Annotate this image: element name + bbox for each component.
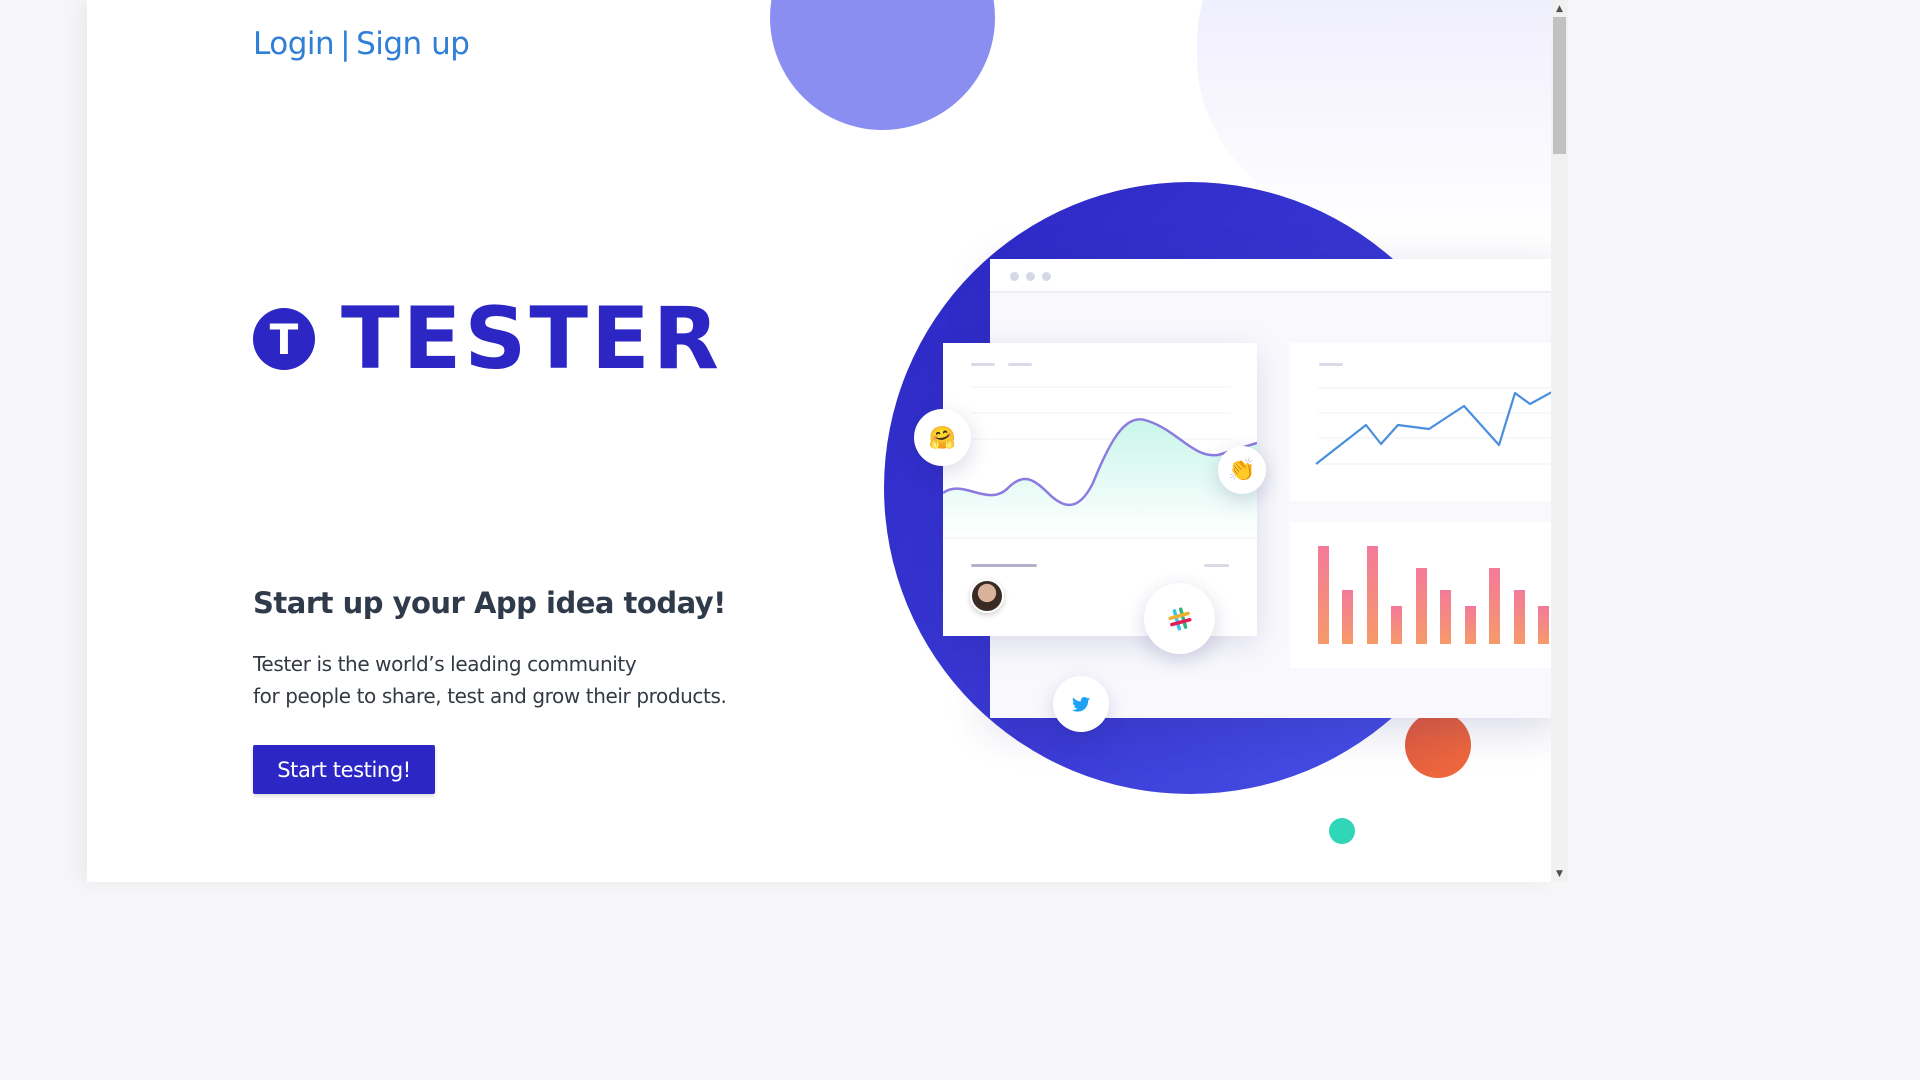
auth-links: Login | Sign up xyxy=(253,26,470,62)
hero-headline: Start up your App idea today! xyxy=(253,586,726,620)
scroll-up-icon[interactable]: ▲ xyxy=(1551,0,1568,17)
window-dot-icon xyxy=(1026,272,1035,281)
slack-icon xyxy=(1167,606,1192,631)
window-dot-icon xyxy=(1010,272,1019,281)
twitter-bubble xyxy=(1053,676,1109,732)
clap-emoji-icon: 👏 xyxy=(1228,457,1256,482)
scroll-down-icon[interactable]: ▼ xyxy=(1551,865,1568,882)
dashboard-window-bar xyxy=(990,259,1551,293)
start-testing-button[interactable]: Start testing! xyxy=(253,745,435,794)
avatar xyxy=(970,579,1004,613)
decorative-dot-orange xyxy=(1405,712,1471,778)
hero-description-line-2: for people to share, test and grow their… xyxy=(253,684,727,708)
line-chart-panel xyxy=(1290,343,1551,501)
bar-chart-graphic xyxy=(1318,546,1549,644)
brand-logo: T TESTER xyxy=(253,296,722,382)
logo-wordmark: TESTER xyxy=(341,289,722,389)
slack-bubble xyxy=(1144,583,1215,654)
decorative-dot-teal xyxy=(1329,818,1355,844)
vertical-scrollbar[interactable]: ▲ ▼ xyxy=(1551,0,1568,882)
twitter-icon xyxy=(1072,696,1090,712)
landing-page: Login | Sign up T TESTER Start up your App… xyxy=(87,0,1551,882)
login-link[interactable]: Login xyxy=(253,26,335,62)
signup-link[interactable]: Sign up xyxy=(356,26,470,62)
wave-emoji-bubble: 👏 xyxy=(1218,446,1266,494)
bar-chart-panel xyxy=(1290,522,1551,668)
auth-separator: | xyxy=(340,26,351,62)
hug-emoji-icon: 🤗 xyxy=(928,424,957,450)
hero-description: Tester is the world’s leading community … xyxy=(253,648,773,712)
window-dot-icon xyxy=(1042,272,1051,281)
hug-emoji-bubble: 🤗 xyxy=(914,409,971,466)
scroll-thumb[interactable] xyxy=(1553,17,1566,154)
line-chart-graphic xyxy=(1315,363,1551,465)
hero-description-line-1: Tester is the world’s leading community xyxy=(253,652,637,676)
decorative-circle-top xyxy=(770,0,995,130)
logo-mark-icon: T xyxy=(253,308,315,370)
